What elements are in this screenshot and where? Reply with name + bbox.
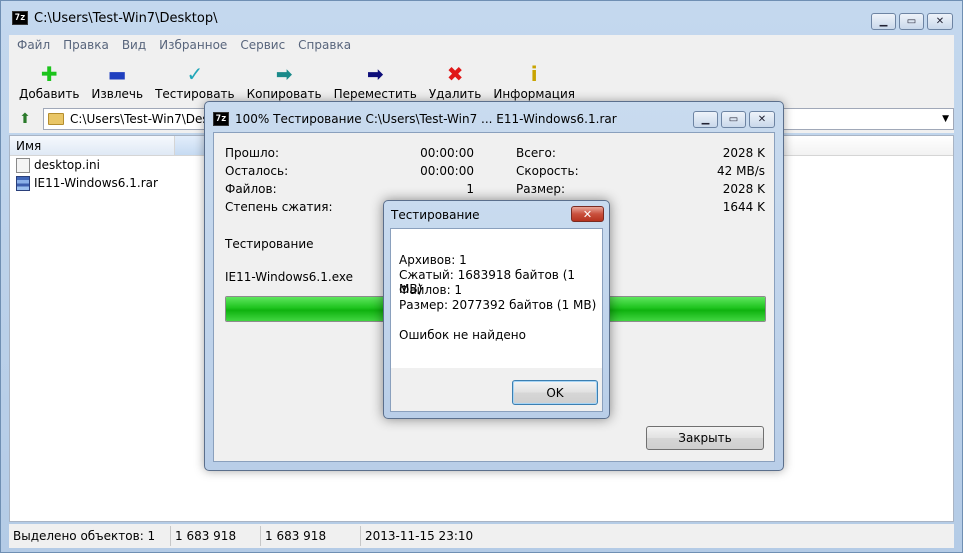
elapsed-label: Прошло: (225, 146, 280, 160)
remaining-value: 00:00:00 (420, 164, 474, 178)
move-arrow-icon: ➡ (366, 62, 384, 86)
packed-value: 1644 K (722, 200, 765, 214)
close-icon: ✕ (935, 15, 945, 27)
total-label: Всего: (516, 146, 556, 160)
size-value: 2028 K (722, 182, 765, 196)
toolbar: ✚ Добавить ▬ Извлечь ✓ Тестировать ➡ Копировать… (9, 55, 954, 105)
elapsed-value: 00:00:00 (420, 146, 474, 160)
speed-value: 42 MB/s (717, 164, 765, 178)
ini-file-icon (16, 157, 30, 173)
minimize-button[interactable]: ▁ (871, 13, 896, 30)
minimize-icon: ▁ (701, 113, 710, 125)
size-label: Размер: (516, 182, 566, 196)
menu-edit[interactable]: Правка (63, 38, 109, 52)
dialog-close-button[interactable]: ✕ (749, 111, 775, 128)
folder-icon (48, 113, 64, 125)
toolbar-move-arrow-button[interactable]: ➡ Переместить (330, 55, 421, 105)
toolbar-copy-arrow-button[interactable]: ➡ Копировать (243, 55, 326, 105)
progress-dialog-title: 100% Тестирование C:\Users\Test-Win7 ...… (235, 112, 617, 126)
toolbar-delete-button[interactable]: ✖ Удалить (425, 55, 486, 105)
files-label: Файлов: (225, 182, 277, 196)
menu-view[interactable]: Вид (122, 38, 146, 52)
delete-icon: ✖ (446, 62, 464, 86)
status-bar: Выделено объектов: 1 1 683 918 1 683 918… (9, 524, 954, 548)
test-result-message-box: Тестирование ✕ Архивов: 1 Сжатый: 168391… (383, 200, 610, 419)
up-arrow-icon: ⬆ (19, 111, 31, 127)
toolbar-button-label: Добавить (19, 87, 80, 101)
status-size: 1 683 918 (171, 526, 261, 546)
copy-arrow-icon: ➡ (275, 62, 293, 86)
file-name: IE11-Windows6.1.rar (34, 176, 158, 190)
maximize-icon: ▭ (906, 15, 917, 27)
menu-file[interactable]: Файл (17, 38, 50, 52)
column-next-header[interactable] (175, 136, 205, 155)
message-box-title: Тестирование (391, 208, 480, 222)
window-title: C:\Users\Test-Win7\Desktop\ (34, 10, 218, 26)
toolbar-button-label: Удалить (428, 87, 482, 101)
close-icon: ✕ (757, 113, 767, 125)
minus-icon: ▬ (107, 62, 127, 86)
dialog-maximize-button[interactable]: ▭ (721, 111, 746, 128)
maximize-button[interactable]: ▭ (899, 13, 924, 30)
path-text: C:\Users\Test-Win7\Deskt (70, 112, 221, 126)
up-folder-button[interactable]: ⬆ (15, 109, 35, 129)
progress-dialog-title-bar[interactable]: 7z 100% Тестирование C:\Users\Test-Win7 … (213, 112, 617, 126)
toolbar-button-label: Переместить (333, 87, 417, 101)
maximize-icon: ▭ (728, 113, 739, 125)
close-dialog-button[interactable]: Закрыть (646, 426, 764, 450)
message-box-close-button[interactable]: ✕ (571, 206, 604, 222)
toolbar-button-label: Информация (493, 87, 575, 101)
archives-count: Архивов: 1 (399, 253, 467, 267)
menu-bar: Файл Правка Вид Избранное Сервис Справка (9, 35, 954, 55)
menu-tools[interactable]: Сервис (240, 38, 285, 52)
menu-favorites[interactable]: Избранное (159, 38, 227, 52)
speed-label: Скорость: (516, 164, 579, 178)
7zip-app-icon: 7z (213, 112, 229, 126)
check-icon: ✓ (186, 62, 204, 86)
column-name-header[interactable]: Имя (10, 136, 175, 155)
toolbar-check-button[interactable]: ✓ Тестировать (151, 55, 239, 105)
ratio-label: Степень сжатия: (225, 200, 333, 214)
total-value: 2028 K (722, 146, 765, 160)
status-modified: 2013-11-15 23:10 (365, 529, 474, 543)
menu-help[interactable]: Справка (298, 38, 351, 52)
dropdown-arrow-icon[interactable]: ▼ (942, 114, 949, 124)
title-bar[interactable]: 7z C:\Users\Test-Win7\Desktop\ ▁ ▭ ✕ (1, 1, 962, 35)
files-count: Файлов: 1 (399, 283, 463, 297)
toolbar-info-button[interactable]: i Информация (489, 55, 579, 105)
7zip-app-icon: 7z (12, 11, 28, 25)
dialog-minimize-button[interactable]: ▁ (693, 111, 718, 128)
unpacked-size: Размер: 2077392 байтов (1 MB) (399, 298, 597, 312)
toolbar-button-label: Копировать (246, 87, 322, 101)
rar-archive-icon (16, 175, 30, 191)
status-selected: Выделено объектов: 1 (9, 526, 171, 546)
plus-icon: ✚ (40, 62, 58, 86)
message-box-content: Архивов: 1 Сжатый: 1683918 байтов (1 MB)… (391, 229, 602, 368)
toolbar-minus-button[interactable]: ▬ Извлечь (87, 55, 147, 105)
toolbar-button-label: Извлечь (91, 87, 144, 101)
current-file: IE11-Windows6.1.exe (225, 270, 353, 284)
status-packed: 1 683 918 (261, 526, 361, 546)
info-icon: i (530, 62, 538, 86)
remaining-label: Осталось: (225, 164, 289, 178)
message-box-body: Архивов: 1 Сжатый: 1683918 байтов (1 MB)… (390, 228, 603, 412)
files-value: 1 (466, 182, 474, 196)
result-text: Ошибок не найдено (399, 328, 526, 342)
operation-label: Тестирование (225, 237, 314, 251)
ok-button[interactable]: OK (512, 380, 598, 405)
minimize-icon: ▁ (879, 15, 888, 27)
toolbar-plus-button[interactable]: ✚ Добавить (15, 55, 83, 105)
file-name: desktop.ini (34, 158, 100, 172)
close-icon: ✕ (582, 207, 593, 221)
close-window-button[interactable]: ✕ (927, 13, 953, 30)
toolbar-button-label: Тестировать (155, 87, 235, 101)
